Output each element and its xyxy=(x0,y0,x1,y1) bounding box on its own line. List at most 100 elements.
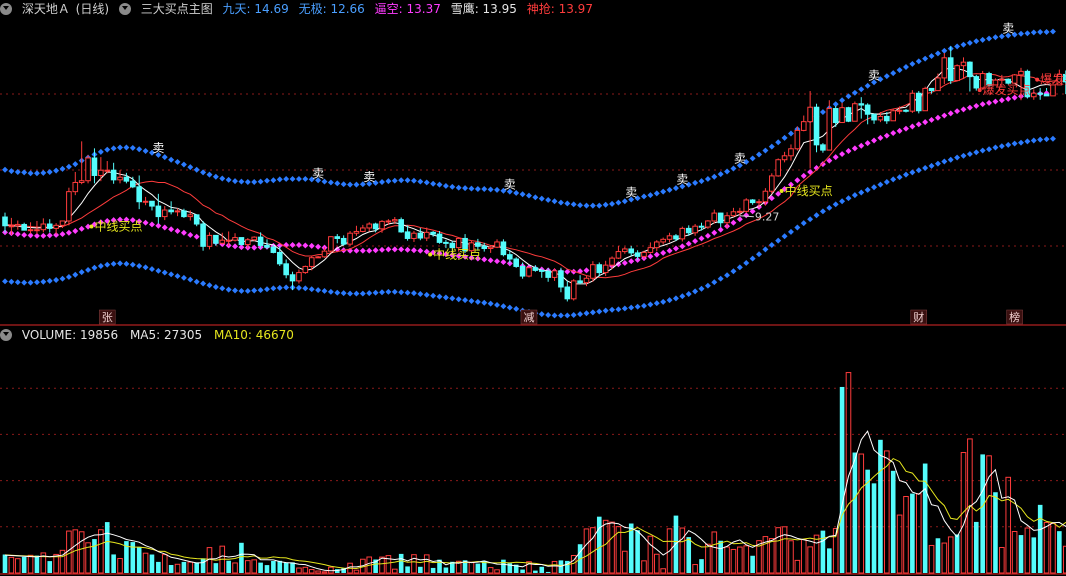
candle-body xyxy=(596,264,603,274)
candle-body xyxy=(749,199,756,204)
lower-band-dot xyxy=(947,156,954,163)
upper-band-dot xyxy=(775,139,782,146)
lower-band-dot xyxy=(308,286,315,293)
candle-body xyxy=(187,214,194,218)
upper-band-dot xyxy=(289,175,296,182)
upper-band-dot xyxy=(276,176,283,183)
candle-body xyxy=(526,267,532,277)
upper-band-dot xyxy=(219,175,226,182)
lower-band-dot xyxy=(442,294,449,301)
upper-band-dot xyxy=(334,180,341,187)
candle-body xyxy=(807,106,813,123)
lower-band-dot xyxy=(966,151,973,158)
candle-body xyxy=(820,144,826,151)
lower-band-dot xyxy=(807,216,814,223)
lower-band-dot xyxy=(91,264,98,271)
lower-band-dot xyxy=(864,186,871,193)
candle-body xyxy=(513,258,520,267)
lower-band-dot xyxy=(27,279,34,286)
lower-band-dot xyxy=(366,290,373,297)
candle-body xyxy=(130,180,136,188)
candle-body xyxy=(308,257,315,267)
middle-band-dot xyxy=(315,243,322,250)
lower-band-dot xyxy=(193,278,200,285)
lower-band-dot xyxy=(398,289,405,296)
middle-band-dot xyxy=(366,247,373,254)
buy-mark-dot xyxy=(779,189,784,194)
middle-band-dot xyxy=(583,267,590,274)
upper-band-dot xyxy=(545,196,552,203)
lower-band-dot xyxy=(455,296,462,303)
volume-bar xyxy=(92,539,97,573)
candle-body xyxy=(264,244,270,248)
lower-band-dot xyxy=(954,154,961,161)
upper-band-dot xyxy=(596,202,603,209)
upper-band-dot xyxy=(468,185,475,192)
lower-band-dot xyxy=(813,212,820,219)
upper-band-dot xyxy=(430,180,437,187)
upper-band-dot xyxy=(979,36,986,43)
upper-band-dot xyxy=(819,109,826,116)
candle-body xyxy=(219,239,226,244)
stock-chart[interactable]: 卖卖卖卖卖卖卖卖卖卖卖卖中线买点中线买点中线买点爆发买点爆发买点爆发买点张减财榜… xyxy=(0,0,1066,576)
volume-ma10-line xyxy=(4,457,1066,570)
lower-band-dot xyxy=(219,285,226,292)
sell-mark: 卖 xyxy=(152,141,164,155)
candle-body xyxy=(334,236,341,239)
lower-band-dot xyxy=(21,279,28,286)
lower-band-dot xyxy=(896,174,903,181)
upper-band-dot xyxy=(896,67,903,74)
candle-body xyxy=(999,78,1005,81)
candle-body xyxy=(481,245,488,250)
middle-band-dot xyxy=(168,226,175,233)
upper-band-dot xyxy=(973,38,980,45)
lower-band-dot xyxy=(1005,141,1012,148)
candle-body xyxy=(915,92,922,112)
candle-body xyxy=(1030,92,1037,98)
middle-band-dot xyxy=(692,238,699,245)
candle-body xyxy=(136,186,142,203)
grid xyxy=(0,93,1066,575)
volume-bar xyxy=(915,493,922,574)
candle-body xyxy=(155,205,162,218)
volume-bar xyxy=(820,530,826,573)
lower-band-dot xyxy=(65,273,72,280)
volume-bar xyxy=(271,561,276,573)
lower-band-dot xyxy=(46,277,53,284)
upper-band-dot xyxy=(692,179,699,186)
candle-body xyxy=(845,107,852,122)
lower-band-dot xyxy=(839,198,846,205)
lower-band-dot xyxy=(1043,136,1050,143)
candle-body xyxy=(193,214,200,225)
candle-body xyxy=(532,267,539,271)
volume-bar xyxy=(647,535,654,574)
volume-bar xyxy=(878,439,883,573)
candle-body xyxy=(871,113,877,121)
sell-mark: 卖 xyxy=(868,68,880,82)
middle-band-dot xyxy=(161,224,168,231)
volume-bar xyxy=(258,562,263,573)
burst-buy-mark: 爆发买点 xyxy=(983,82,1031,97)
middle-band-dot xyxy=(903,125,909,132)
upper-band-dot xyxy=(212,173,219,180)
candle-body xyxy=(577,280,583,284)
volume-bar xyxy=(551,560,558,574)
candle-body xyxy=(800,121,807,131)
middle-band-dot xyxy=(845,148,852,154)
middle-band-dot xyxy=(417,247,424,254)
upper-band-dot xyxy=(257,178,264,185)
candle-body xyxy=(72,181,79,193)
candle-body xyxy=(14,223,21,227)
volume-bar xyxy=(315,570,321,574)
upper-band-dot xyxy=(609,200,616,207)
candle-body xyxy=(705,220,711,228)
lower-band-dot xyxy=(110,260,117,267)
candle-body xyxy=(634,252,641,257)
volume-bar xyxy=(1005,476,1012,574)
candle-body xyxy=(8,225,15,228)
lower-band-dot xyxy=(704,282,711,289)
upper-band-dot xyxy=(2,166,8,173)
sell-mark: 卖 xyxy=(625,186,637,200)
volume-bar xyxy=(903,496,909,574)
candle-body xyxy=(110,169,117,181)
